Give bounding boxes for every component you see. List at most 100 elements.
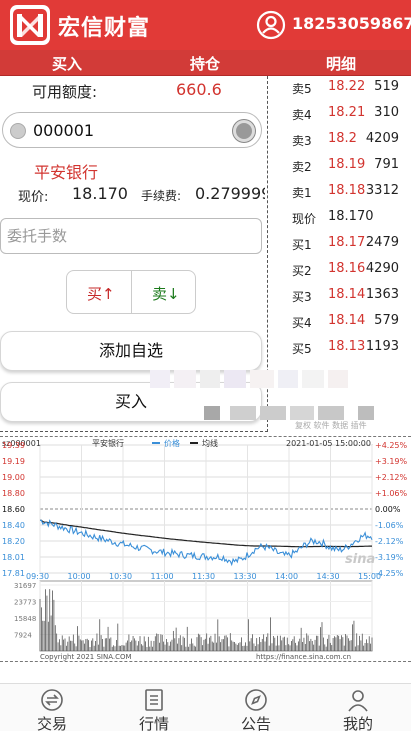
sell-direction-button[interactable]: 卖↓ <box>152 283 180 304</box>
order-row: 买2 18.16 4290 <box>290 260 411 280</box>
divider <box>131 271 132 313</box>
x-tick: 11:30 <box>192 572 215 581</box>
y-left-tick: 19.39 <box>2 441 25 450</box>
volume-tick: 15848 <box>14 615 36 623</box>
order-row: 卖2 18.19 791 <box>290 156 411 176</box>
logo-icon <box>13 9 47 41</box>
x-tick: 13:30 <box>234 572 257 581</box>
y-right-tick: +4.25% <box>375 441 408 450</box>
person-icon <box>348 690 368 712</box>
nav-trade[interactable]: 交易 <box>22 684 82 734</box>
order-price: 18.2 <box>328 131 357 146</box>
order-row: 买5 18.13 1193 <box>290 338 411 358</box>
account-phone: 18253059867 <box>292 14 411 33</box>
stock-name: 平安银行 <box>34 163 99 182</box>
user-icon[interactable] <box>256 10 286 40</box>
y-left-tick: 18.60 <box>2 505 25 514</box>
y-axis-right: +4.25% +3.19% +2.12% +1.06% 0.00% -1.06% -2.12… <box>375 441 408 578</box>
x-tick: 10:00 <box>68 572 91 581</box>
price-value: 18.170 <box>72 184 128 203</box>
volume-tick: 7924 <box>14 632 32 640</box>
order-side: 卖2 <box>292 160 312 174</box>
order-row: 卖4 18.21 310 <box>290 104 411 124</box>
order-price: 18.19 <box>328 157 366 172</box>
limit-label: 可用额度: <box>32 83 98 101</box>
y-right-tick: -2.12% <box>375 537 404 546</box>
order-volume: 2479 <box>365 235 399 250</box>
x-tick: 14:30 <box>317 572 340 581</box>
chart-stock-name: 平安银行 <box>92 438 124 448</box>
stock-code: 000001 <box>33 121 95 140</box>
nav-market[interactable]: 行情 <box>124 684 184 734</box>
blurred-overlay: 复权 软件 数据 插件 <box>150 370 374 430</box>
y-left-tick: 19.19 <box>2 457 25 466</box>
tab-buy[interactable]: 买入 <box>52 53 82 74</box>
order-side: 买5 <box>292 342 312 356</box>
y-right-tick: 0.00% <box>375 505 401 514</box>
order-row-current: 现价 18.170 <box>290 208 411 228</box>
direction-toggle: 买↑ 卖↓ <box>66 270 196 314</box>
x-tick: 11:00 <box>151 572 174 581</box>
x-tick: 10:30 <box>109 572 132 581</box>
document-icon <box>145 689 163 711</box>
stock-code-input[interactable]: 000001 <box>2 112 262 148</box>
tab-holdings[interactable]: 持仓 <box>190 53 220 74</box>
quantity-input[interactable]: 委托手数 <box>0 218 262 254</box>
current-label: 现价 <box>292 212 317 226</box>
logo <box>10 5 50 45</box>
order-volume: 519 <box>374 79 399 94</box>
order-price: 18.16 <box>328 261 366 276</box>
y-right-tick: +2.12% <box>375 473 408 482</box>
y-left-tick: 18.01 <box>2 553 25 562</box>
volume-tick: 31697 <box>14 582 36 590</box>
x-tick: 15:00 <box>358 572 381 581</box>
limit-value: 660.6 <box>176 80 222 99</box>
order-price: 18.21 <box>328 105 366 120</box>
x-tick: 09:30 <box>26 572 49 581</box>
order-row: 买4 18.14 579 <box>290 312 411 332</box>
order-row: 卖3 18.2 4209 <box>290 130 411 150</box>
chart-copyright: Copyright 2021 SINA.COM <box>40 653 132 661</box>
y-left-tick: 18.40 <box>2 521 25 530</box>
order-row: 卖5 18.22 519 <box>290 78 411 98</box>
order-side: 卖5 <box>292 82 312 96</box>
order-side: 买2 <box>292 264 312 278</box>
price-label: 现价: <box>18 190 49 205</box>
nav-mine[interactable]: 我的 <box>328 684 388 734</box>
tab-details[interactable]: 明细 <box>326 53 356 74</box>
fee-label: 手续费: <box>141 189 182 203</box>
x-axis-labels: 09:30 10:00 10:30 11:00 11:30 13:30 14:00 14:30… <box>26 572 381 581</box>
order-volume: 791 <box>374 157 399 172</box>
radio-left-icon <box>10 123 26 139</box>
chart-toolbar: 复权 软件 数据 插件 <box>295 420 367 430</box>
order-side: 卖3 <box>292 134 312 148</box>
order-volume: 579 <box>374 313 399 328</box>
order-price: 18.22 <box>328 79 366 94</box>
order-price: 18.18 <box>328 183 366 198</box>
top-tabs: 买入 持仓 明细 <box>0 50 411 76</box>
current-value: 18.170 <box>328 209 374 224</box>
y-right-tick: -1.06% <box>375 521 404 530</box>
order-volume: 1363 <box>365 287 399 302</box>
radio-right-icon[interactable] <box>233 120 255 142</box>
legend-price: 价格 <box>164 438 180 448</box>
legend-avg: 均线 <box>202 438 218 448</box>
buy-direction-button[interactable]: 买↑ <box>87 283 115 304</box>
order-side: 买3 <box>292 290 312 304</box>
order-price: 18.14 <box>328 313 366 328</box>
order-volume: 4209 <box>365 131 399 146</box>
y-axis-left: 19.39 19.19 19.00 18.80 18.60 18.40 18.20 18.01… <box>2 441 25 578</box>
order-price: 18.17 <box>328 235 366 250</box>
volume-tick: 23773 <box>14 599 36 607</box>
order-volume: 310 <box>374 105 399 120</box>
nav-notice[interactable]: 公告 <box>226 684 286 734</box>
y-left-tick: 17.81 <box>2 569 25 578</box>
y-left-tick: 18.20 <box>2 537 25 546</box>
order-row: 买1 18.17 2479 <box>290 234 411 254</box>
add-watchlist-button[interactable]: 添加自选 <box>0 331 262 371</box>
x-tick: 14:00 <box>275 572 298 581</box>
y-left-tick: 18.80 <box>2 489 25 498</box>
order-side: 卖4 <box>292 108 312 122</box>
y-right-tick: +3.19% <box>375 457 408 466</box>
intraday-chart-svg: sz000001 平安银行 价格 均线 2021-01-05 15:00:00 … <box>2 438 408 661</box>
